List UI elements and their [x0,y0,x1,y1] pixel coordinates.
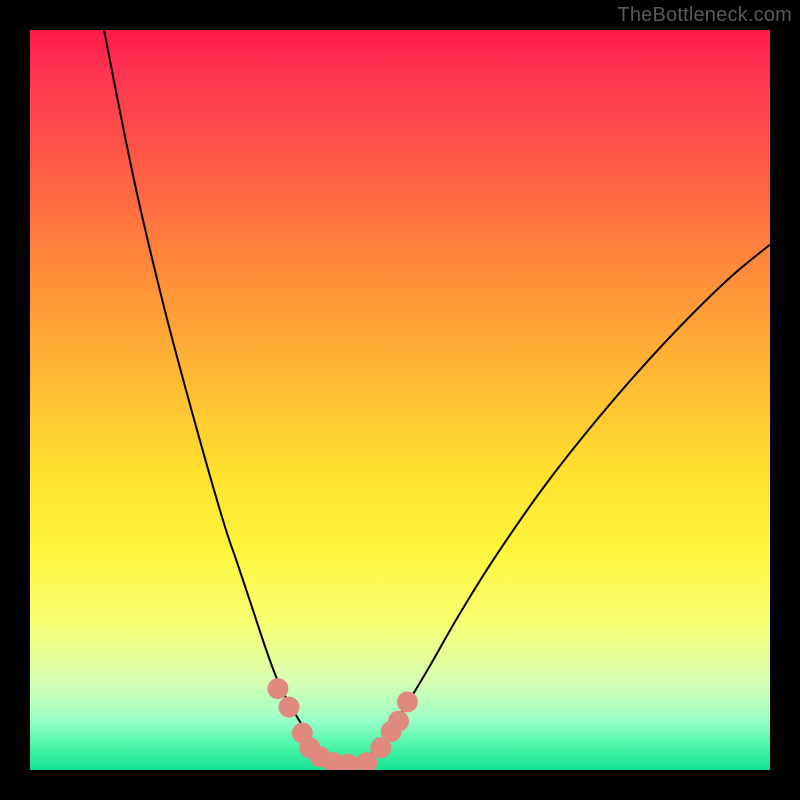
curve-right-branch [352,245,770,764]
data-marker [279,697,299,717]
data-marker [268,679,288,699]
plot-area [30,30,770,770]
watermark-text: TheBottleneck.com [617,4,792,27]
bottleneck-curve [30,30,770,770]
chart-frame: TheBottleneck.com [0,0,800,800]
data-marker [397,692,417,712]
data-marker [389,711,409,731]
curve-left-branch [104,30,352,764]
data-marker [338,754,358,770]
